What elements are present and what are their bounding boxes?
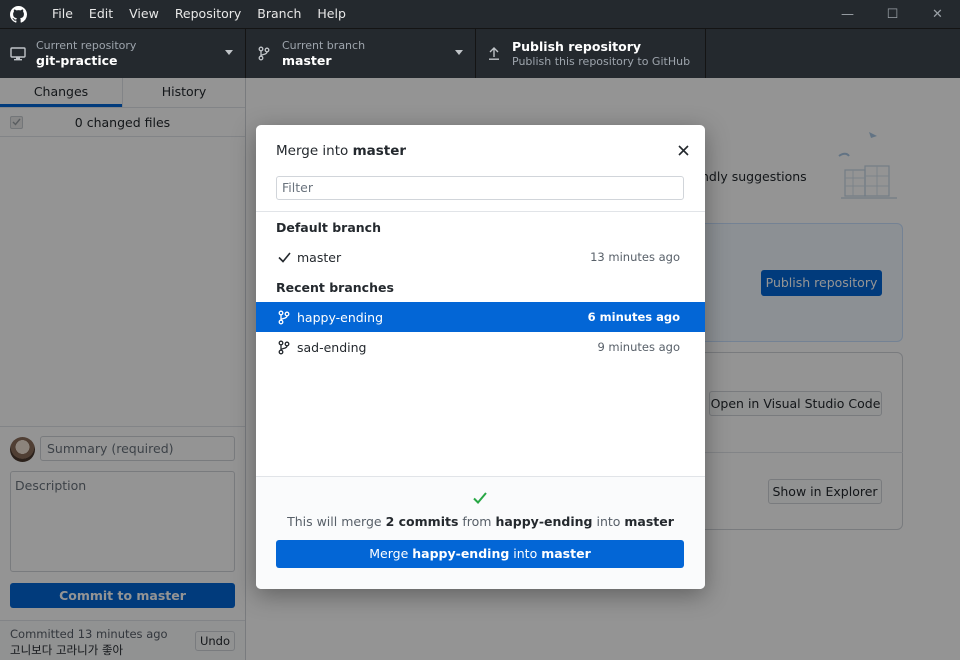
branch-label: Current branch	[282, 38, 366, 52]
merge-info-prefix: This will merge	[287, 514, 382, 529]
merge-button-prefix: Merge	[369, 546, 409, 561]
merge-info-commits: 2 commits	[385, 514, 459, 529]
maximize-button[interactable]: ☐	[870, 0, 915, 28]
merge-button[interactable]: Merge happy-ending into master	[276, 540, 684, 568]
branch-name: happy-ending	[297, 309, 384, 325]
menu-file[interactable]: File	[45, 0, 80, 28]
close-icon[interactable]	[675, 142, 691, 158]
branch-time: 13 minutes ago	[590, 250, 680, 264]
merge-info-source: happy-ending	[495, 514, 593, 529]
current-branch-button[interactable]: Current branch master	[246, 29, 476, 78]
branch-name: master	[297, 249, 342, 265]
publish-repository-button[interactable]: Publish repository Publish this reposito…	[476, 29, 706, 78]
toolbar: Current repository git-practice Current …	[0, 28, 960, 78]
filter-input[interactable]: Filter	[276, 176, 684, 200]
merge-button-source: happy-ending	[412, 546, 510, 561]
merge-button-target: master	[541, 546, 591, 561]
minimize-button[interactable]: —	[825, 0, 870, 28]
branch-item-master[interactable]: master 13 minutes ago	[256, 242, 705, 272]
branch-name: sad-ending	[297, 339, 367, 355]
checkmark-icon	[277, 251, 291, 263]
chevron-down-icon	[225, 50, 233, 55]
close-window-button[interactable]: ✕	[915, 0, 960, 28]
merge-info-text: This will merge 2 commits from happy-end…	[256, 514, 705, 529]
publish-label: Publish repository	[512, 38, 642, 54]
dialog-title: Merge into master	[276, 143, 406, 159]
git-branch-icon	[246, 46, 282, 61]
menu-edit[interactable]: Edit	[82, 0, 120, 28]
repo-value: git-practice	[36, 52, 118, 68]
divider	[256, 211, 705, 212]
merge-button-into: into	[513, 546, 538, 561]
publish-sub: Publish this repository to GitHub	[512, 54, 691, 68]
current-repository-button[interactable]: Current repository git-practice	[0, 29, 246, 78]
merge-info-target: master	[624, 514, 674, 529]
upload-icon	[476, 46, 512, 61]
title-bar: File Edit View Repository Branch Help — …	[0, 0, 960, 28]
branch-item-sad-ending[interactable]: sad-ending 9 minutes ago	[256, 332, 705, 362]
default-branch-header: Default branch	[276, 220, 381, 235]
git-branch-icon	[277, 310, 291, 325]
branch-value: master	[282, 52, 332, 68]
branch-time: 6 minutes ago	[587, 310, 680, 324]
chevron-down-icon	[455, 50, 463, 55]
github-logo-icon	[9, 5, 27, 23]
dialog-title-prefix: Merge into	[276, 143, 349, 159]
menu-view[interactable]: View	[122, 0, 166, 28]
success-check-icon	[473, 492, 487, 504]
dialog-title-branch: master	[352, 143, 407, 159]
dialog-footer: This will merge 2 commits from happy-end…	[256, 477, 705, 589]
menu-help[interactable]: Help	[310, 0, 353, 28]
merge-info-from: from	[462, 514, 492, 529]
merge-info-into: into	[596, 514, 621, 529]
repo-label: Current repository	[36, 38, 137, 52]
merge-dialog: Merge into master Filter Default branch …	[256, 125, 705, 589]
branch-item-happy-ending[interactable]: happy-ending 6 minutes ago	[256, 302, 705, 332]
git-branch-icon	[277, 340, 291, 355]
desktop-icon	[0, 46, 36, 61]
recent-branches-header: Recent branches	[276, 280, 394, 295]
menu-repository[interactable]: Repository	[168, 0, 248, 28]
menu-branch[interactable]: Branch	[250, 0, 308, 28]
branch-time: 9 minutes ago	[597, 340, 680, 354]
